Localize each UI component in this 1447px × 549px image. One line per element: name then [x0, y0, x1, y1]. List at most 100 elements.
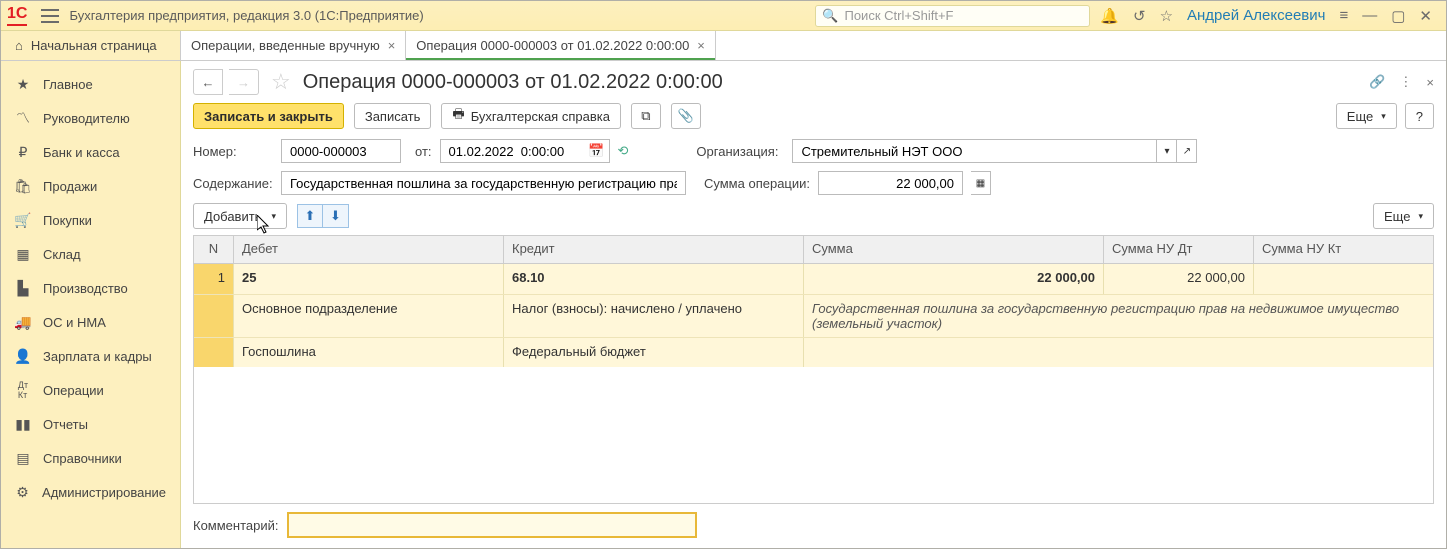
cell-nukt[interactable] [1254, 264, 1433, 294]
close-icon[interactable]: ✕ [1419, 7, 1432, 25]
org-select[interactable] [792, 139, 1157, 163]
attach-button[interactable]: 📎 [671, 103, 701, 129]
books-icon: ▤ [15, 450, 31, 466]
kebab-icon[interactable]: ⋮ [1399, 74, 1412, 90]
sidebar-item-sales[interactable]: 🛍Продажи [1, 169, 180, 203]
maximize-icon[interactable]: ▢ [1391, 7, 1405, 25]
panel-close-icon[interactable]: × [1426, 75, 1434, 90]
content-label: Содержание: [193, 176, 273, 191]
more2-label: Еще [1384, 209, 1410, 224]
cell-n [194, 338, 234, 367]
tab-close-icon[interactable]: × [697, 38, 705, 53]
sidebar: ★ Главное 〽Руководителю ₽Банк и касса 🛍Пр… [1, 61, 181, 548]
bell-icon[interactable]: 🔔 [1100, 7, 1119, 25]
sidebar-item-manager[interactable]: 〽Руководителю [1, 101, 180, 135]
more-button[interactable]: Еще▾ [1336, 103, 1397, 129]
cell-debit-sub1[interactable]: Основное подразделение [234, 295, 504, 337]
col-sum[interactable]: Сумма [804, 236, 1104, 263]
move-down-button[interactable]: ⬇ [323, 204, 349, 228]
col-credit[interactable]: Кредит [504, 236, 804, 263]
sidebar-item-admin[interactable]: ⚙Администрирование [1, 475, 180, 509]
col-nukt[interactable]: Сумма НУ Кт [1254, 236, 1433, 263]
home-tab-label: Начальная страница [31, 38, 157, 53]
col-n[interactable]: N [194, 236, 234, 263]
home-tab[interactable]: ⌂ Начальная страница [1, 31, 181, 60]
save-close-button[interactable]: Записать и закрыть [193, 103, 344, 129]
nav-back-button[interactable]: ← [193, 69, 223, 95]
number-label: Номер: [193, 144, 273, 159]
sidebar-item-references[interactable]: ▤Справочники [1, 441, 180, 475]
cart-icon: 🛒 [15, 212, 31, 228]
person-icon: 👤 [15, 348, 31, 364]
save-button[interactable]: Записать [354, 103, 432, 129]
logo-1c: 1С [7, 5, 27, 26]
tab-close-icon[interactable]: × [388, 38, 396, 53]
cell-sum[interactable]: 22 000,00 [804, 264, 1104, 294]
home-icon: ⌂ [15, 38, 23, 53]
col-nudt[interactable]: Сумма НУ Дт [1104, 236, 1254, 263]
print-ref-label: Бухгалтерская справка [471, 109, 610, 124]
main-menu-icon[interactable] [41, 9, 59, 23]
cell-credit-acc[interactable]: 68.10 [504, 264, 804, 294]
tab-label: Операции, введенные вручную [191, 38, 380, 53]
page-title: Операция 0000-000003 от 01.02.2022 0:00:… [303, 71, 723, 94]
date-input[interactable]: 📅 [440, 139, 610, 163]
star-icon: ★ [15, 76, 31, 92]
help-button[interactable]: ? [1405, 103, 1434, 129]
calendar-icon[interactable]: 📅 [588, 143, 604, 159]
org-open-button[interactable]: ↗ [1177, 139, 1197, 163]
sidebar-item-main[interactable]: ★ Главное [1, 67, 180, 101]
sidebar-item-label: Продажи [43, 179, 97, 194]
link-icon[interactable]: 🔗 [1369, 74, 1385, 90]
printer-icon: 🖶 [452, 105, 464, 127]
table-row[interactable]: Госпошлина Федеральный бюджет [194, 337, 1433, 367]
star-icon[interactable]: ☆ [1160, 7, 1173, 25]
minimize-icon[interactable]: — [1362, 7, 1377, 24]
sidebar-item-label: Главное [43, 77, 93, 92]
sum-input[interactable] [818, 171, 963, 195]
cell-debit-acc[interactable]: 25 [234, 264, 504, 294]
sidebar-item-label: Покупки [43, 213, 92, 228]
link-docs-button[interactable]: ⧉ [631, 103, 661, 129]
org-dropdown-button[interactable]: ▾ [1157, 139, 1177, 163]
sidebar-item-bank[interactable]: ₽Банк и касса [1, 135, 180, 169]
favorite-toggle[interactable]: ☆ [271, 69, 291, 95]
nav-forward-button[interactable]: → [229, 69, 259, 95]
from-label: от: [415, 144, 432, 159]
calc-button[interactable]: ▦ [971, 171, 991, 195]
sidebar-item-reports[interactable]: ▮▮Отчеты [1, 407, 180, 441]
move-up-button[interactable]: ⬆ [297, 204, 323, 228]
cell-credit-sub2[interactable]: Федеральный бюджет [504, 338, 804, 367]
sidebar-item-production[interactable]: ▙Производство [1, 271, 180, 305]
factory-icon: ▙ [15, 280, 31, 296]
number-input[interactable] [281, 139, 401, 163]
sidebar-item-warehouse[interactable]: ▦Склад [1, 237, 180, 271]
user-name[interactable]: Андрей Алексеевич [1187, 7, 1325, 24]
cell-n: 1 [194, 264, 234, 294]
settings-icon[interactable]: ≡ [1339, 7, 1348, 24]
cell-description[interactable]: Государственная пошлина за государственн… [804, 295, 1433, 337]
add-row-button[interactable]: Добавить▾ [193, 203, 287, 229]
content-input[interactable] [281, 171, 686, 195]
print-ref-button[interactable]: 🖶 Бухгалтерская справка [441, 103, 621, 129]
sidebar-item-purchases[interactable]: 🛒 Покупки [1, 203, 180, 237]
sidebar-item-label: Операции [43, 383, 104, 398]
tab-operations-list[interactable]: Операции, введенные вручную × [181, 31, 406, 60]
box-icon: ▦ [15, 246, 31, 262]
col-debit[interactable]: Дебет [234, 236, 504, 263]
cell-debit-sub2[interactable]: Госпошлина [234, 338, 504, 367]
table-row[interactable]: 1 25 68.10 22 000,00 22 000,00 [194, 264, 1433, 294]
comment-input[interactable] [287, 512, 697, 538]
refresh-icon[interactable]: ⟲ [618, 143, 629, 159]
search-input[interactable]: 🔍 Поиск Ctrl+Shift+F [815, 5, 1090, 27]
cell-credit-sub1[interactable]: Налог (взносы): начислено / уплачено [504, 295, 804, 337]
tab-operation-detail[interactable]: Операция 0000-000003 от 01.02.2022 0:00:… [406, 31, 716, 60]
grid-more-button[interactable]: Еще▾ [1373, 203, 1434, 229]
sidebar-item-assets[interactable]: 🚚ОС и НМА [1, 305, 180, 339]
history-icon[interactable]: ↺ [1133, 7, 1146, 25]
table-row[interactable]: Основное подразделение Налог (взносы): н… [194, 294, 1433, 337]
sidebar-item-salary[interactable]: 👤Зарплата и кадры [1, 339, 180, 373]
cell-nudt[interactable]: 22 000,00 [1104, 264, 1254, 294]
sidebar-item-operations[interactable]: ДтКт Операции [1, 373, 180, 407]
dtkt-icon: ДтКт [15, 382, 31, 398]
